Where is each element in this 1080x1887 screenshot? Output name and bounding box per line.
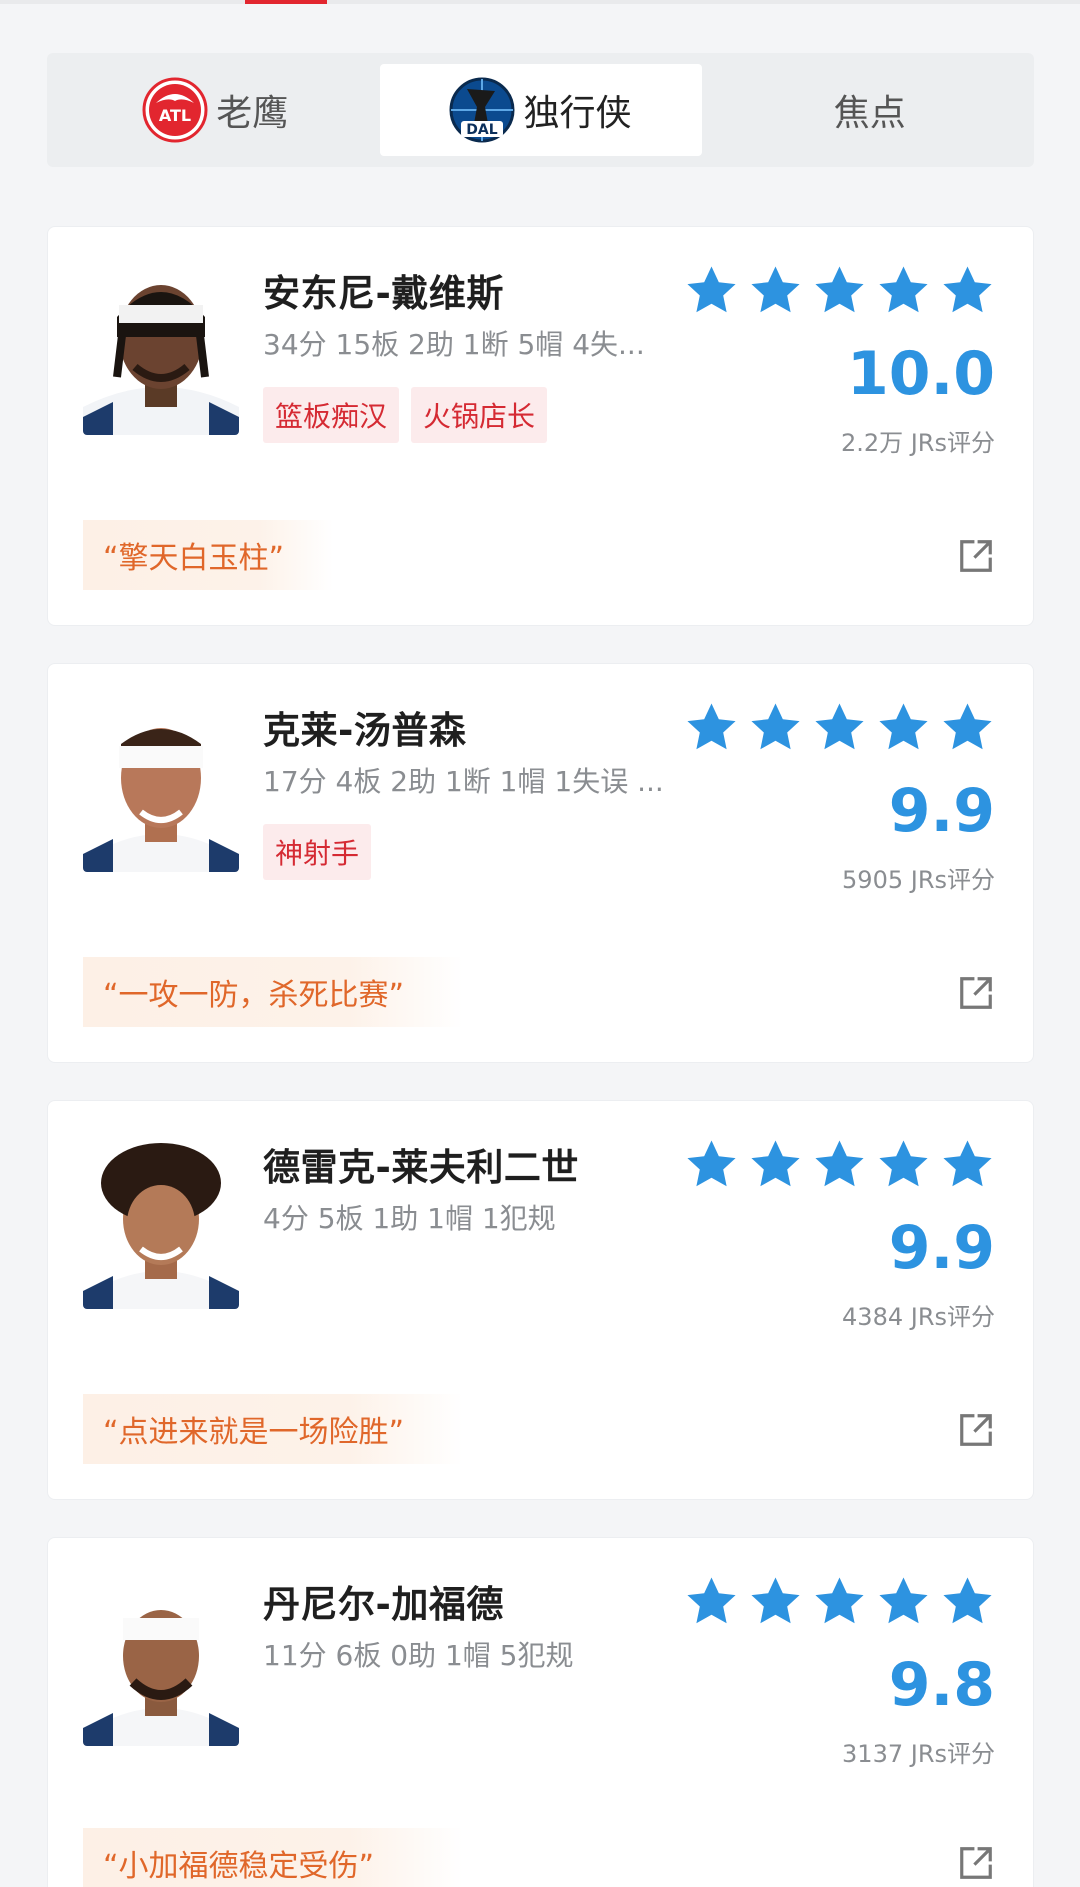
player-quote: “一攻一防，杀死比赛” — [83, 957, 463, 1027]
player-score: 9.9 — [888, 1213, 995, 1283]
star-icon — [687, 266, 736, 313]
rating-stars — [684, 700, 995, 755]
star-icon — [943, 266, 992, 313]
player-quote: “小加福德稳定受伤” — [83, 1828, 463, 1887]
tab-dal[interactable]: DAL 独行侠 — [379, 64, 702, 156]
share-icon[interactable] — [957, 1844, 995, 1882]
player-card[interactable]: 克莱-汤普森 17分 4板 2助 1断 1帽 1失误 ... 神射手 9.9 5… — [47, 663, 1034, 1063]
star-icon — [751, 1577, 800, 1624]
tab-label-atl: 老鹰 — [216, 93, 289, 134]
rater-count: 5905 JRs评分 — [842, 866, 995, 894]
top-tab-indicator-strip — [0, 0, 1080, 4]
player-avatar — [83, 1578, 239, 1746]
star-icon — [687, 1577, 736, 1624]
player-name: 德雷克-莱夫利二世 — [263, 1146, 579, 1189]
tag-badge: 篮板痴汉 — [263, 387, 400, 443]
star-icon — [751, 266, 800, 313]
player-card[interactable]: 安东尼-戴维斯 34分 15板 2助 1断 5帽 4失... 篮板痴汉 火锅店长… — [47, 226, 1034, 626]
dal-logo-icon: DAL — [449, 77, 515, 143]
star-icon — [815, 266, 864, 313]
player-name: 安东尼-戴维斯 — [263, 272, 504, 315]
player-name: 克莱-汤普森 — [263, 709, 467, 752]
active-indicator — [245, 0, 327, 4]
star-icon — [751, 1140, 800, 1187]
player-score: 10.0 — [846, 339, 995, 409]
star-icon — [815, 703, 864, 750]
tab-label-focus: 焦点 — [833, 93, 906, 134]
player-stats: 17分 4板 2助 1断 1帽 1失误 ... — [263, 765, 664, 798]
svg-text:ATL: ATL — [159, 106, 191, 125]
player-tags: 篮板痴汉 火锅店长 — [263, 387, 548, 443]
rating-stars — [684, 1574, 995, 1629]
star-icon — [879, 703, 928, 750]
player-quote: “点进来就是一场险胜” — [83, 1394, 463, 1464]
player-stats: 11分 6板 0助 1帽 5犯规 — [263, 1639, 574, 1672]
player-avatar — [83, 267, 239, 435]
star-icon — [943, 1577, 992, 1624]
tab-atl[interactable]: ATL 老鹰 — [57, 64, 374, 156]
star-icon — [879, 1140, 928, 1187]
star-icon — [943, 1140, 992, 1187]
player-stats: 4分 5板 1助 1帽 1犯规 — [263, 1202, 556, 1235]
tab-focus[interactable]: 焦点 — [708, 64, 1025, 156]
star-icon — [687, 1140, 736, 1187]
rating-stars — [684, 1137, 995, 1192]
rating-stars — [684, 263, 995, 318]
rater-count: 2.2万 JRs评分 — [840, 429, 995, 457]
player-card[interactable]: 德雷克-莱夫利二世 4分 5板 1助 1帽 1犯规 9.9 4384 JRs评分… — [47, 1100, 1034, 1500]
player-score: 9.8 — [888, 1650, 995, 1720]
player-quote: “擎天白玉柱” — [83, 520, 333, 590]
atl-logo-icon: ATL — [142, 77, 208, 143]
star-icon — [815, 1140, 864, 1187]
star-icon — [687, 703, 736, 750]
star-icon — [879, 1577, 928, 1624]
rater-count: 4384 JRs评分 — [842, 1303, 995, 1331]
player-stats: 34分 15板 2助 1断 5帽 4失... — [263, 328, 645, 361]
player-avatar — [83, 704, 239, 872]
rater-count: 3137 JRs评分 — [842, 1740, 995, 1768]
player-tags: 神射手 — [263, 824, 372, 880]
star-icon — [815, 1577, 864, 1624]
team-tab-bar: ATL 老鹰 DAL 独行侠 焦点 — [47, 53, 1034, 167]
share-icon[interactable] — [957, 974, 995, 1012]
player-name: 丹尼尔-加福德 — [263, 1583, 504, 1626]
star-icon — [879, 266, 928, 313]
player-card[interactable]: 丹尼尔-加福德 11分 6板 0助 1帽 5犯规 9.8 3137 JRs评分 … — [47, 1537, 1034, 1887]
tab-label-dal: 独行侠 — [523, 93, 632, 134]
tag-badge: 火锅店长 — [411, 387, 548, 443]
player-score: 9.9 — [888, 776, 995, 846]
tag-badge: 神射手 — [263, 824, 372, 880]
player-avatar — [83, 1141, 239, 1309]
share-icon[interactable] — [957, 1411, 995, 1449]
share-icon[interactable] — [957, 537, 995, 575]
star-icon — [751, 703, 800, 750]
svg-text:DAL: DAL — [467, 122, 498, 138]
star-icon — [943, 703, 992, 750]
